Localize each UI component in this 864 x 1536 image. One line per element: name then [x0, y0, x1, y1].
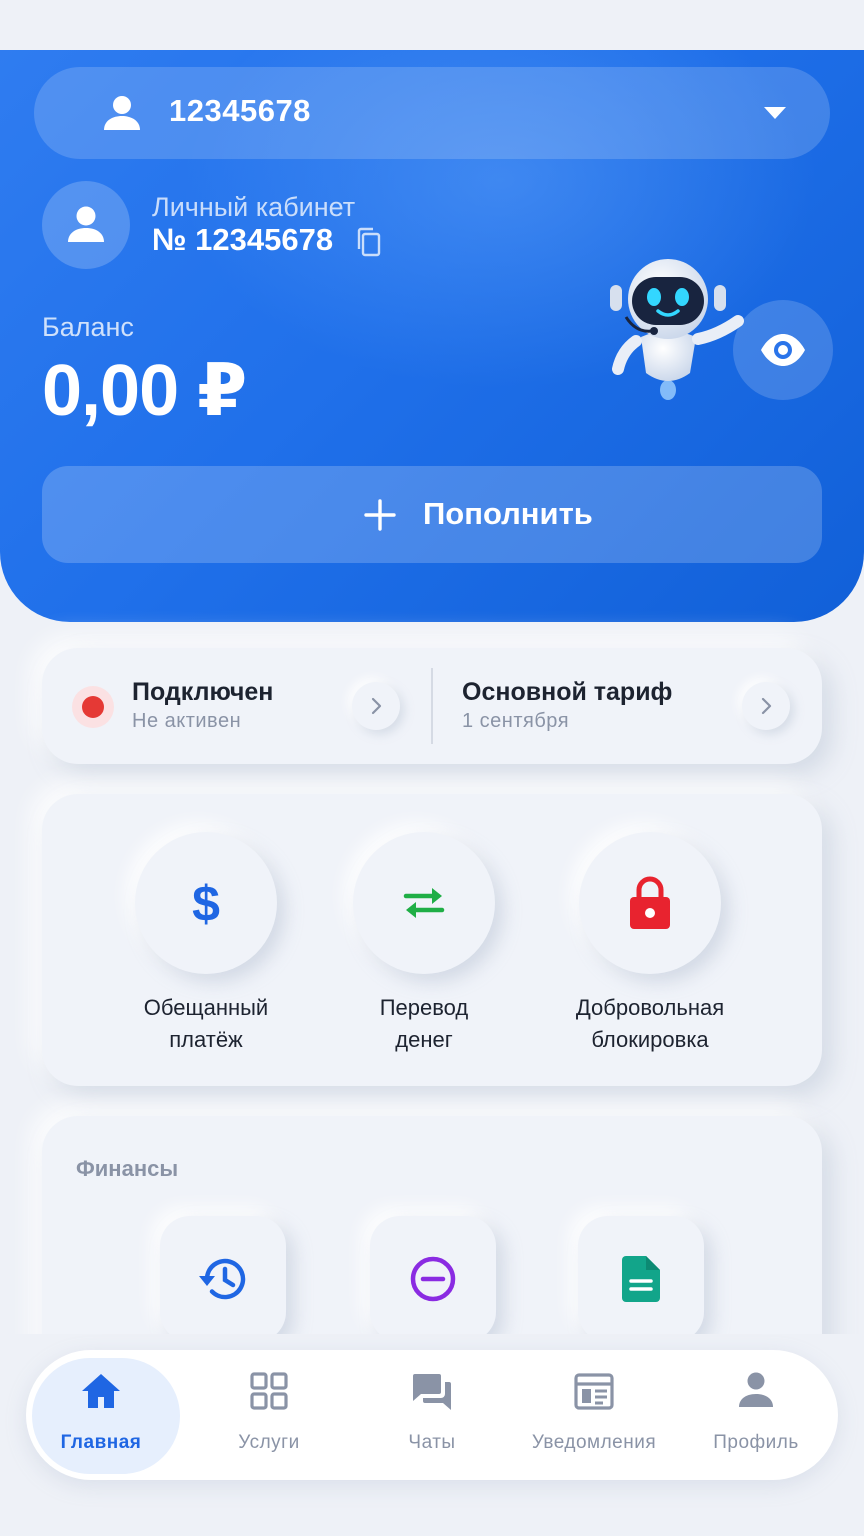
nav-item-home[interactable]: Главная — [26, 1350, 180, 1480]
lock-icon — [630, 876, 670, 929]
status-indicator-icon — [72, 686, 114, 728]
toggle-balance-visibility-button[interactable] — [733, 300, 833, 400]
svg-text:$: $ — [192, 877, 220, 929]
account-number: 12345678 — [169, 93, 311, 128]
quick-actions-card: $ Обещанный платёж Перевод денег Доброво… — [42, 794, 822, 1086]
nav-item-chats[interactable]: Чаты — [357, 1350, 507, 1480]
history-icon — [199, 1258, 246, 1300]
topup-button[interactable]: Пополнить — [42, 466, 822, 563]
eye-icon — [761, 334, 805, 366]
person-icon — [102, 95, 142, 131]
action-label: Перевод денег — [379, 995, 469, 1052]
nav-label: Чаты — [408, 1432, 456, 1453]
voluntary-block-action[interactable]: Добровольная блокировка — [540, 832, 760, 1056]
chevron-right-icon — [371, 697, 382, 715]
nav-label: Главная — [60, 1432, 142, 1453]
expenses-button[interactable] — [370, 1216, 496, 1342]
connection-status-subtitle: Не активен — [132, 710, 242, 732]
account-header: 12345678 Личный кабинет № 12345678 Балан… — [0, 50, 864, 622]
dollar-icon: $ — [192, 877, 220, 929]
avatar[interactable] — [42, 181, 130, 269]
nav-label: Профиль — [713, 1432, 799, 1453]
money-transfer-action[interactable]: Перевод денег — [314, 832, 534, 1056]
nav-label: Уведомления — [531, 1432, 657, 1453]
grid-icon — [250, 1372, 288, 1410]
documents-button[interactable] — [578, 1216, 704, 1342]
tariff-date: 1 сентября — [462, 710, 570, 732]
chat-icon — [413, 1374, 451, 1410]
nav-item-notifications[interactable]: Уведомления — [519, 1350, 669, 1480]
nav-label: Услуги — [238, 1432, 300, 1453]
copy-icon[interactable] — [355, 227, 381, 257]
chevron-down-icon[interactable] — [764, 107, 786, 119]
robot-mascot — [606, 255, 756, 405]
tariff-title: Основной тариф — [462, 678, 673, 706]
topup-label: Пополнить — [423, 496, 593, 531]
transfer-arrows-icon — [403, 888, 445, 918]
plus-icon — [364, 499, 396, 531]
cabinet-number: № 12345678 — [152, 222, 334, 257]
person-icon — [739, 1372, 773, 1407]
bottom-navigation: Главная Услуги Чаты Уведомления Профиль — [26, 1350, 838, 1480]
action-label: Обещанный платёж — [143, 995, 269, 1052]
divider — [431, 668, 433, 744]
chevron-right-icon — [761, 697, 772, 715]
home-icon — [82, 1374, 120, 1408]
balance-value: 0,00 ₽ — [42, 351, 247, 431]
connection-status-title: Подключен — [132, 678, 274, 706]
calendar-icon — [574, 1373, 614, 1410]
status-details-button[interactable] — [352, 682, 400, 730]
status-card: Подключен Не активен Основной тариф 1 се… — [42, 648, 822, 764]
cabinet-label: Личный кабинет — [152, 192, 356, 222]
finance-section-title: Финансы — [76, 1156, 179, 1181]
nav-item-profile[interactable]: Профиль — [681, 1350, 831, 1480]
nav-item-services[interactable]: Услуги — [194, 1350, 344, 1480]
document-icon — [622, 1256, 660, 1302]
action-label: Добровольная блокировка — [575, 995, 725, 1052]
minus-circle-icon — [410, 1256, 456, 1302]
promised-payment-action[interactable]: $ Обещанный платёж — [96, 832, 316, 1056]
tariff-details-button[interactable] — [742, 682, 790, 730]
account-selector[interactable]: 12345678 — [34, 67, 830, 159]
payment-history-button[interactable] — [160, 1216, 286, 1342]
balance-label: Баланс — [42, 312, 134, 342]
